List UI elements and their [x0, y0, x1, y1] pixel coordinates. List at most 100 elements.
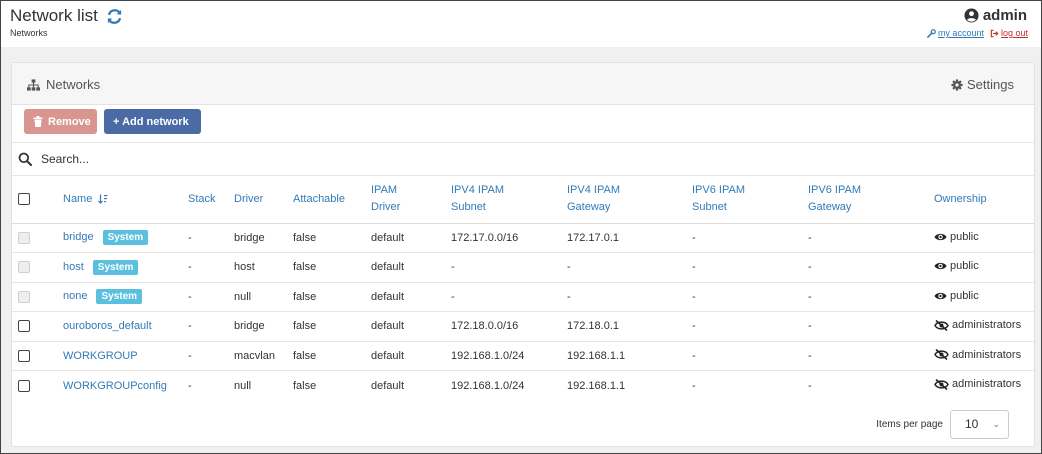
my-account-link[interactable]: my account [927, 28, 984, 38]
network-name-link[interactable]: WORKGROUP [63, 350, 138, 362]
col-attachable[interactable]: Attachable [293, 176, 371, 224]
chevron-down-icon: ⌄ [992, 418, 1000, 429]
add-network-button[interactable]: + Add network [104, 109, 201, 134]
row-checkbox[interactable] [18, 379, 30, 392]
ipam-driver-cell: default [371, 341, 451, 371]
col-ipv4-subnet-label-2: Subnet [451, 201, 486, 214]
attachable-cell: false [293, 282, 371, 312]
network-name-link[interactable]: host [63, 261, 84, 273]
name-cell: WORKGROUP [63, 341, 188, 371]
sign-out-icon [990, 29, 999, 38]
add-network-label: + Add network [113, 115, 189, 128]
col-ipv6-subnet-label-1: IPV6 IPAM [692, 184, 745, 197]
ipam-driver-cell: default [371, 223, 451, 253]
row-checkbox-cell [12, 311, 63, 342]
ipv6-gateway-cell: - [808, 223, 934, 253]
page-title: Network list [10, 6, 98, 25]
col-ipv4-gateway-label-1: IPV4 IPAM [567, 184, 620, 197]
col-ipv6-subnet[interactable]: IPV6 IPAM Subnet [692, 176, 808, 224]
items-per-page-select[interactable]: 10 ⌄ [950, 409, 1009, 439]
select-all-checkbox[interactable] [18, 192, 30, 205]
ipam-driver-cell: default [371, 252, 451, 283]
system-badge: System [102, 230, 149, 246]
network-name-link[interactable]: none [63, 290, 87, 302]
content-area: Networks Settings Remove + Add network S… [1, 47, 1041, 453]
settings-label: Settings [967, 77, 1014, 92]
search-input[interactable] [39, 151, 939, 167]
ownership-label: public [950, 230, 979, 243]
col-ipam-driver[interactable]: IPAM Driver [371, 176, 451, 224]
breadcrumb: Networks [10, 28, 48, 38]
row-checkbox-cell [12, 341, 63, 371]
ipv4-gateway-cell: 192.168.1.1 [567, 379, 626, 392]
ipv6-subnet-cell: - [692, 311, 808, 342]
stack-cell: - [188, 282, 234, 312]
ownership-cell: public [934, 282, 1034, 312]
networks-table: Name Stack Driver Attachable IPAM Driver … [12, 176, 1034, 400]
name-cell: WORKGROUPconfig [63, 371, 188, 401]
name-cell: ouroboros_default [63, 311, 188, 342]
name-cell: host System [63, 252, 188, 283]
col-name-label: Name [63, 192, 93, 205]
eye-icon [934, 291, 947, 301]
widget-header: Networks Settings [12, 63, 1034, 105]
col-ipv4-gateway-label-2: Gateway [567, 201, 611, 214]
col-ipam-driver-label-2: Driver [371, 201, 401, 214]
col-ipv6-gateway-label-1: IPV6 IPAM [808, 184, 861, 197]
network-name-link[interactable]: bridge [63, 231, 94, 243]
ipv4-subnet-cell: - [451, 282, 567, 312]
col-ipv6-gateway-label-2: Gateway [808, 201, 852, 214]
col-ipv6-gateway[interactable]: IPV6 IPAM Gateway [808, 176, 934, 224]
ipv4-subnet-cell: 172.17.0.0/16 [451, 223, 567, 253]
table-row: none System - null false default - - - - … [12, 282, 1034, 312]
ipv4-gateway-cell: - [567, 282, 692, 312]
ipv4-gateway-cell: 192.168.1.1 [567, 341, 692, 371]
remove-button[interactable]: Remove [24, 109, 97, 134]
attachable-cell: false [293, 379, 317, 392]
row-checkbox-cell [12, 282, 63, 312]
row-checkbox [18, 231, 30, 244]
ipv6-subnet-cell: - [692, 223, 808, 253]
row-checkbox [18, 261, 30, 274]
col-ipv4-subnet-label-1: IPV4 IPAM [451, 184, 504, 197]
system-badge: System [96, 289, 143, 305]
widget-title: Networks [27, 77, 100, 92]
network-name-link[interactable]: WORKGROUPconfig [63, 380, 167, 392]
ownership-cell: administrators [934, 371, 1034, 401]
col-ipv6-subnet-label-2: Subnet [692, 201, 727, 214]
user-links: my account log out [927, 28, 1028, 38]
stack-cell: - [188, 252, 234, 283]
logout-link[interactable]: log out [990, 28, 1028, 38]
col-name[interactable]: Name [63, 176, 188, 224]
ownership-cell: administrators [934, 311, 1034, 342]
ownership-cell: administrators [934, 341, 1034, 371]
table-row: ouroboros_default - bridge false default… [12, 311, 1034, 342]
attachable-cell: false [293, 341, 371, 371]
stack-cell: - [188, 341, 234, 371]
row-checkbox-cell [12, 371, 63, 401]
ipv4-subnet-cell: - [451, 252, 567, 283]
ipv6-gateway-cell: - [808, 282, 934, 312]
row-checkbox-cell [12, 252, 63, 283]
col-stack-label: Stack [188, 192, 216, 205]
row-checkbox[interactable] [18, 320, 30, 333]
ipam-driver-cell: default [371, 311, 451, 342]
settings-button[interactable]: Settings [951, 77, 1014, 92]
row-checkbox[interactable] [18, 349, 30, 362]
pagination-footer: Items per page 10 ⌄ [12, 402, 1034, 446]
system-badge: System [92, 259, 139, 275]
col-ownership[interactable]: Ownership [934, 176, 1034, 224]
refresh-icon[interactable] [106, 8, 123, 25]
driver-cell: macvlan [234, 341, 293, 371]
col-stack[interactable]: Stack [188, 176, 234, 224]
ipv6-subnet-cell: - [692, 252, 808, 283]
col-driver[interactable]: Driver [234, 176, 293, 224]
ownership-label: administrators [952, 319, 1022, 331]
col-ipv4-gateway[interactable]: IPV4 IPAM Gateway [567, 176, 692, 224]
ipv4-subnet-cell: 172.18.0.0/16 [451, 311, 567, 342]
ipv6-subnet-cell: - [692, 341, 808, 371]
network-name-link[interactable]: ouroboros_default [63, 320, 152, 332]
col-ipv4-subnet[interactable]: IPV4 IPAM Subnet [451, 176, 567, 224]
trash-icon [33, 116, 43, 127]
ipv4-gateway-cell: - [567, 252, 692, 283]
